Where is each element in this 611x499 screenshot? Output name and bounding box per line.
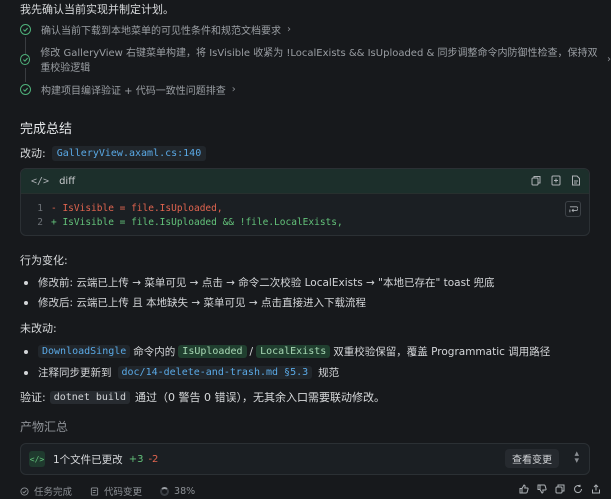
plan-step-text: 确认当前下载到本地菜单的可见性条件和规范文档要求 bbox=[41, 25, 281, 37]
code-file-icon: </> bbox=[29, 451, 45, 467]
progress-ring-icon bbox=[160, 486, 170, 496]
list-item: DownloadSingle 命令内的 IsUploaded / LocalEx… bbox=[24, 344, 550, 359]
list-item-text: 规范 bbox=[318, 367, 340, 379]
verify-label: 验证: bbox=[20, 391, 46, 404]
check-circle-icon bbox=[20, 486, 29, 496]
deletions-count: -2 bbox=[148, 453, 159, 465]
code-ref: LocalExists bbox=[256, 345, 331, 358]
line-text: + IsVisible = file.IsUploaded && !file.L… bbox=[51, 217, 343, 228]
list-item: 注释同步更新到 doc/14-delete-and-trash.md §5.3 … bbox=[24, 365, 339, 380]
code-change-text: 代码变更 bbox=[104, 487, 143, 498]
feedback-actions bbox=[519, 484, 601, 494]
list-item-text: 注释同步更新到 bbox=[38, 367, 112, 379]
retry-icon[interactable] bbox=[573, 484, 583, 494]
changed-files-bar[interactable]: </> 1个文件已更改 +3 -2 查看变更 ▴ ▾ bbox=[20, 443, 590, 475]
line-text: - IsVisible = file.IsUploaded, bbox=[51, 203, 223, 214]
check-circle-icon bbox=[20, 53, 31, 65]
line-number: 1 bbox=[37, 203, 43, 214]
list-item-text: 修改前: 云端已上传 → 菜单可见 → 点击 → 命令二次校验 LocalExi… bbox=[38, 277, 495, 289]
unchanged-heading: 未改动: bbox=[20, 322, 57, 335]
thumbs-up-icon[interactable] bbox=[519, 484, 529, 494]
diff-language: diff bbox=[59, 175, 76, 187]
task-status: 任务完成 bbox=[20, 484, 72, 498]
thumbs-down-icon[interactable] bbox=[537, 484, 547, 494]
bullet-dot bbox=[24, 300, 28, 305]
list-item-text: 命令内的 bbox=[133, 346, 176, 358]
expand-toggle-icon[interactable]: ▴ ▾ bbox=[574, 450, 579, 466]
bullet-dot bbox=[24, 280, 28, 285]
plan-step-text: 修改 GalleryView 右键菜单构建，将 IsVisible 收紧为 !L… bbox=[40, 48, 598, 74]
summary-heading: 完成总结 bbox=[20, 122, 73, 137]
task-status-text: 任务完成 bbox=[34, 487, 73, 498]
diff-header: </> diff bbox=[21, 169, 589, 194]
code-change-status[interactable]: 代码变更 bbox=[90, 484, 142, 498]
plan-step-text: 构建项目编译验证 + 代码一致性问题排查 bbox=[41, 85, 226, 97]
list-item-text: 双重校验保留，覆盖 Programmatic 调用路径 bbox=[333, 346, 551, 358]
bullet-dot bbox=[24, 349, 28, 354]
doc-link[interactable]: doc/14-delete-and-trash.md §5.3 bbox=[117, 366, 313, 379]
plan-step-3[interactable]: 构建项目编译验证 + 代码一致性问题排查 › bbox=[20, 79, 236, 99]
diff-code-block: </> diff 1 - IsVisible = file.IsUploaded… bbox=[20, 168, 590, 236]
duplicate-icon[interactable] bbox=[551, 175, 561, 186]
diff-line-added: 2 + IsVisible = file.IsUploaded && !file… bbox=[21, 217, 343, 228]
line-number: 2 bbox=[37, 217, 43, 228]
verify-line: 验证: dotnet build 通过（0 警告 0 错误），无其余入口需要联动… bbox=[20, 389, 385, 405]
verify-text: 通过（0 警告 0 错误），无其余入口需要联动修改。 bbox=[134, 391, 385, 404]
code-ref: IsUploaded bbox=[178, 345, 247, 358]
review-changes-button[interactable]: 查看变更 bbox=[505, 449, 559, 468]
intro-text: 我先确认当前实现并制定计划。 bbox=[20, 3, 174, 16]
chevron-right-icon: › bbox=[231, 83, 236, 95]
bullet-dot bbox=[24, 370, 28, 375]
copy-icon[interactable] bbox=[555, 484, 565, 494]
separator-text: / bbox=[249, 345, 254, 358]
check-circle-icon bbox=[20, 83, 31, 95]
products-heading: 产物汇总 bbox=[20, 420, 69, 434]
plan-step-2[interactable]: 修改 GalleryView 右键菜单构建，将 IsVisible 收紧为 !L… bbox=[20, 48, 611, 74]
chevron-right-icon: › bbox=[287, 23, 291, 35]
list-item: 修改前: 云端已上传 → 菜单可见 → 点击 → 命令二次校验 LocalExi… bbox=[24, 275, 495, 290]
document-icon bbox=[90, 486, 99, 496]
plan-step-1[interactable]: 确认当前下载到本地菜单的可见性条件和规范文档要求 › bbox=[20, 19, 291, 39]
context-usage: 38% bbox=[160, 486, 195, 497]
file-icon[interactable] bbox=[571, 175, 581, 186]
wrap-lines-button[interactable] bbox=[565, 201, 581, 217]
behavior-heading: 行为变化: bbox=[20, 254, 68, 267]
diff-line-deleted: 1 - IsVisible = file.IsUploaded, bbox=[21, 203, 223, 214]
modified-file-line: 改动: GalleryView.axaml.cs:140 bbox=[20, 145, 207, 161]
code-icon: </> bbox=[31, 175, 50, 187]
modified-label: 改动: bbox=[20, 147, 46, 160]
wrap-icon bbox=[568, 205, 578, 212]
additions-count: +3 bbox=[128, 453, 144, 465]
share-icon[interactable] bbox=[591, 484, 601, 494]
code-ref[interactable]: DownloadSingle bbox=[38, 345, 131, 358]
copy-icon[interactable] bbox=[531, 175, 541, 186]
modified-file-link[interactable]: GalleryView.axaml.cs:140 bbox=[51, 145, 207, 161]
check-circle-icon bbox=[20, 23, 31, 35]
changed-files-count: 1个文件已更改 bbox=[53, 453, 123, 466]
code-ref: dotnet build bbox=[49, 390, 130, 404]
chevron-right-icon: › bbox=[607, 53, 611, 65]
list-item: 修改后: 云端已上传 且 本地缺失 → 菜单可见 → 点击直接进入下载流程 bbox=[24, 295, 366, 310]
progress-text: 38% bbox=[174, 485, 196, 497]
status-bar: 任务完成 代码变更 38% bbox=[20, 484, 195, 498]
list-item-text: 修改后: 云端已上传 且 本地缺失 → 菜单可见 → 点击直接进入下载流程 bbox=[38, 297, 366, 309]
